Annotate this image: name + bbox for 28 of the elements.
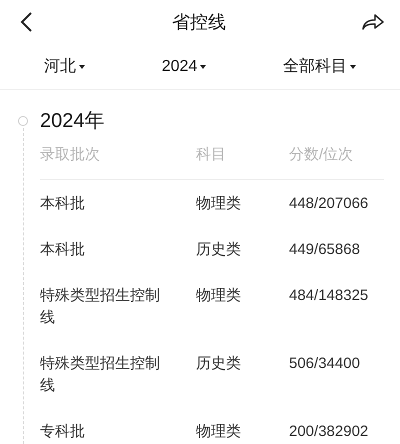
filter-dropdown[interactable]: 全部科目 — [283, 54, 356, 78]
table-cell-text: 特殊类型招生控制线 — [40, 286, 161, 328]
filter-dropdown[interactable]: 2024 — [162, 54, 206, 78]
column-header: 分数/位次 — [289, 145, 354, 165]
share-icon — [361, 13, 385, 31]
table-cell-text: 历史类 — [196, 354, 242, 374]
table-cell-text: 物理类 — [196, 286, 242, 306]
page-title: 省控线 — [172, 10, 226, 34]
table-cell-text: 484/148325 — [289, 286, 370, 306]
table-cell-text: 物理类 — [196, 194, 242, 214]
table-cell-text: 200/382902 — [289, 422, 370, 442]
caret-icon — [350, 64, 356, 68]
year-heading: 2024年 — [40, 109, 106, 134]
table-cell-text: 历史类 — [196, 240, 242, 260]
table-cell-text: 专科批 — [40, 422, 86, 442]
column-header: 科目 — [196, 145, 227, 165]
column-header: 录取批次 — [40, 145, 101, 165]
table-cell-text: 本科批 — [40, 194, 86, 214]
caret-icon — [79, 64, 85, 68]
table-cell-text: 506/34400 — [289, 354, 361, 374]
table-cell-text: 本科批 — [40, 240, 86, 260]
table-cell-text: 448/207066 — [289, 194, 370, 214]
filter-dropdown[interactable]: 河北 — [44, 54, 85, 78]
table-cell-text: 449/65868 — [289, 240, 361, 260]
table-cell-text: 特殊类型招生控制线 — [40, 354, 161, 396]
back-icon — [19, 11, 33, 33]
caret-icon — [200, 64, 206, 68]
table-cell-text: 物理类 — [196, 422, 242, 442]
